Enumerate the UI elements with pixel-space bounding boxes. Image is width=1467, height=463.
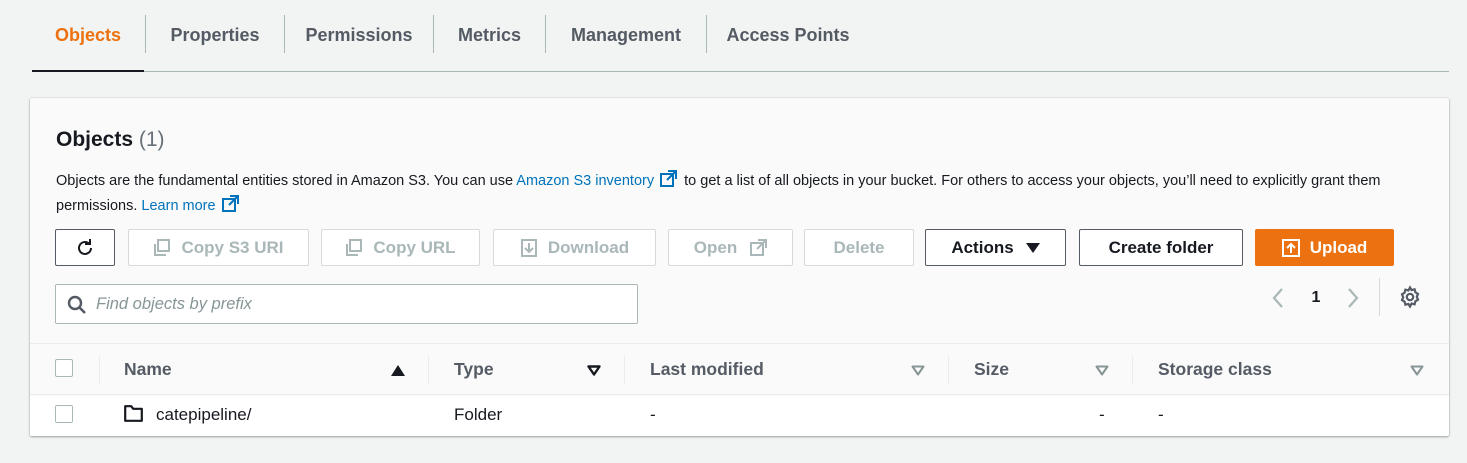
select-all-checkbox[interactable] — [55, 359, 73, 377]
object-size: - — [1099, 405, 1105, 424]
tab-objects[interactable]: Objects — [32, 0, 144, 72]
tab-properties[interactable]: Properties — [146, 0, 284, 71]
column-header-name[interactable]: Name — [124, 359, 172, 380]
s3-inventory-link[interactable]: Amazon S3 inventory — [516, 173, 654, 189]
column-header-size[interactable]: Size — [974, 359, 1009, 380]
upload-button[interactable]: Upload — [1255, 229, 1394, 266]
external-link-icon — [750, 238, 768, 256]
tab-metrics[interactable]: Metrics — [434, 0, 545, 71]
actions-label: Actions — [951, 237, 1014, 257]
download-icon — [520, 238, 537, 257]
sort-descending-icon[interactable] — [1095, 365, 1109, 376]
panel-title: Objects (1) — [56, 128, 165, 152]
pager-divider — [1379, 278, 1380, 316]
sort-descending-icon[interactable] — [911, 365, 925, 376]
description-text: Objects are the fundamental entities sto… — [56, 173, 517, 189]
panel-description: Objects are the fundamental entities sto… — [56, 169, 1416, 218]
copy-s3-uri-button[interactable]: Copy S3 URI — [128, 229, 309, 266]
tab-management[interactable]: Management — [546, 0, 706, 71]
panel-title-text: Objects — [56, 128, 134, 151]
upload-label: Upload — [1309, 237, 1368, 257]
copy-url-button[interactable]: Copy URL — [321, 229, 480, 266]
copy-url-label: Copy URL — [373, 237, 456, 257]
open-button[interactable]: Open — [668, 229, 793, 266]
search-input[interactable] — [96, 291, 626, 317]
external-link-icon — [221, 194, 239, 212]
copy-icon — [154, 238, 171, 256]
sort-descending-icon[interactable] — [1410, 365, 1424, 376]
objects-panel: Objects (1) Objects are the fundamental … — [30, 98, 1449, 436]
object-name-link[interactable]: catepipeline/ — [156, 405, 251, 425]
column-divider — [428, 356, 429, 384]
caret-down-icon — [1025, 242, 1040, 253]
gear-icon[interactable] — [1398, 285, 1422, 309]
create-folder-button[interactable]: Create folder — [1079, 229, 1243, 266]
refresh-icon — [78, 238, 92, 255]
tab-bar: Objects Properties Permissions Metrics M… — [32, 0, 1449, 72]
column-header-last-modified[interactable]: Last modified — [650, 359, 764, 380]
download-button[interactable]: Download — [493, 229, 656, 266]
tab-access-points[interactable]: Access Points — [707, 0, 869, 71]
column-divider — [99, 356, 100, 384]
learn-more-link[interactable]: Learn more — [141, 198, 215, 214]
copy-icon — [346, 238, 363, 256]
column-divider — [1132, 356, 1133, 384]
external-link-icon — [660, 170, 678, 187]
open-label: Open — [693, 237, 738, 257]
row-checkbox[interactable] — [55, 405, 73, 423]
table-row: catepipeline/ Folder - - - — [30, 396, 1449, 436]
object-storage-class: - — [1158, 405, 1164, 424]
search-box — [55, 284, 638, 324]
folder-icon — [124, 405, 143, 422]
delete-label: Delete — [833, 237, 885, 257]
search-icon — [67, 295, 86, 314]
chevron-right-icon[interactable] — [1343, 286, 1363, 310]
column-divider — [948, 356, 949, 384]
download-label: Download — [547, 237, 630, 257]
upload-icon — [1281, 238, 1300, 257]
actions-dropdown[interactable]: Actions — [925, 229, 1066, 266]
object-count: (1) — [138, 128, 165, 151]
sort-ascending-icon[interactable] — [391, 365, 405, 376]
column-header-type[interactable]: Type — [454, 359, 494, 380]
table-header: Name Type Last modified Size Storage cla… — [30, 343, 1449, 395]
object-type: Folder — [454, 405, 503, 424]
sort-descending-icon[interactable] — [587, 365, 601, 376]
delete-button[interactable]: Delete — [804, 229, 914, 266]
tab-permissions[interactable]: Permissions — [285, 0, 433, 71]
copy-s3-uri-label: Copy S3 URI — [181, 237, 284, 257]
page-number[interactable]: 1 — [1308, 286, 1324, 310]
object-last-modified: - — [650, 405, 656, 424]
refresh-button[interactable] — [55, 229, 115, 266]
column-header-storage-class[interactable]: Storage class — [1158, 359, 1272, 380]
chevron-left-icon[interactable] — [1268, 286, 1288, 310]
column-divider — [624, 356, 625, 384]
create-folder-label: Create folder — [1108, 237, 1214, 257]
